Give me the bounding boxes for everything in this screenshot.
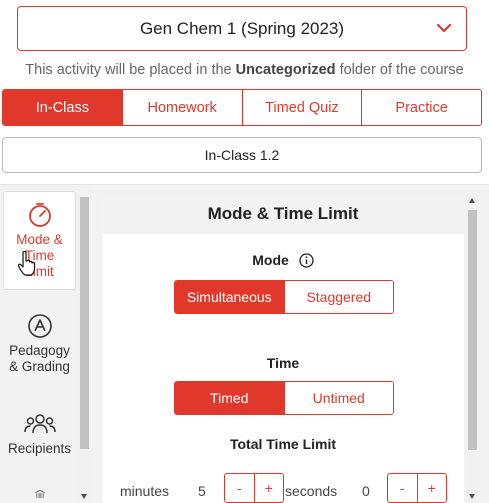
tab-in-class[interactable]: In-Class — [3, 90, 122, 125]
sidebar-item-label: Pedagogy — [9, 343, 70, 358]
mode-staggered-button[interactable]: Staggered — [283, 281, 393, 313]
total-time-limit-label: Total Time Limit — [229, 436, 337, 452]
course-select-value: Gen Chem 1 (Spring 2023) — [139, 18, 345, 38]
main-area: Mode & Time Limit Mode Simultaneous Stag… — [92, 185, 489, 503]
mode-simultaneous-button[interactable]: Simultaneous — [175, 281, 284, 313]
chevron-down-icon — [436, 23, 452, 33]
recipients-icon — [23, 414, 56, 434]
course-select[interactable]: Gen Chem 1 (Spring 2023) — [17, 6, 467, 51]
mode-toggle: Simultaneous Staggered — [174, 280, 394, 314]
mode-label-text: Mode — [252, 252, 289, 268]
time-label: Time — [266, 355, 300, 371]
stopwatch-icon — [28, 203, 51, 227]
activity-type-tabs: In-Class Homework Timed Quiz Practice — [2, 89, 482, 126]
minutes-increment-button[interactable]: + — [253, 474, 284, 502]
scrollbar-thumb[interactable] — [468, 210, 477, 450]
tab-timed-quiz[interactable]: Timed Quiz — [241, 90, 362, 125]
info-icon[interactable] — [299, 253, 314, 268]
seconds-label: seconds — [285, 483, 338, 499]
tab-practice[interactable]: Practice — [361, 90, 481, 125]
minutes-decrement-button[interactable]: - — [225, 474, 254, 502]
minutes-label: minutes — [120, 483, 170, 499]
scroll-down-icon[interactable] — [469, 494, 475, 499]
pedagogy-icon — [27, 314, 52, 338]
folder-info: This activity will be placed in the Unca… — [0, 62, 489, 78]
folder-info-prefix: This activity will be placed in the — [25, 62, 236, 78]
sidebar-item-label: Mode & — [16, 232, 63, 247]
mode-label: Mode — [102, 252, 464, 268]
hand-cursor-icon — [17, 251, 36, 276]
time-untimed-button[interactable]: Untimed — [283, 382, 393, 414]
panel-title: Mode & Time Limit — [102, 194, 464, 234]
sidebar-item-pedagogy-grading[interactable]: Pedagogy & Grading — [3, 313, 76, 383]
sidebar-item-label: & Grading — [9, 359, 70, 374]
scroll-up-icon[interactable] — [469, 198, 475, 203]
time-toggle: Timed Untimed — [174, 381, 394, 415]
seconds-stepper: - + — [387, 473, 447, 503]
settings-panel: Mode & Time Limit Mode Simultaneous Stag… — [102, 194, 464, 503]
folder-name: Uncategorized — [235, 62, 336, 78]
activity-name-value: In-Class 1.2 — [204, 147, 280, 163]
sidebar-item-more[interactable] — [3, 490, 76, 503]
minutes-value[interactable]: 5 — [198, 483, 206, 499]
building-icon — [34, 490, 45, 499]
scroll-down-icon[interactable] — [81, 494, 87, 499]
sidebar-item-recipients[interactable]: Recipients — [3, 411, 76, 461]
tab-homework[interactable]: Homework — [121, 90, 242, 125]
side-nav: Mode & Time Limit Pedagogy & Grading Rec… — [0, 185, 92, 503]
activity-name-field[interactable]: In-Class 1.2 — [2, 137, 482, 173]
time-timed-button[interactable]: Timed — [175, 382, 284, 414]
seconds-increment-button[interactable]: + — [416, 474, 447, 502]
minutes-stepper: - + — [224, 473, 284, 503]
main-scrollbar[interactable] — [466, 194, 479, 503]
folder-info-suffix: folder of the course — [335, 62, 464, 78]
sidebar-item-mode-time-limit[interactable]: Mode & Time Limit — [3, 191, 76, 290]
seconds-decrement-button[interactable]: - — [388, 474, 417, 502]
sidebar-item-label: Recipients — [7, 441, 72, 456]
scrollbar-thumb[interactable] — [80, 197, 89, 449]
sidebar-scrollbar[interactable] — [78, 185, 91, 503]
time-limit-row: minutes 5 - + seconds 0 - + — [102, 472, 464, 503]
seconds-value[interactable]: 0 — [362, 483, 370, 499]
